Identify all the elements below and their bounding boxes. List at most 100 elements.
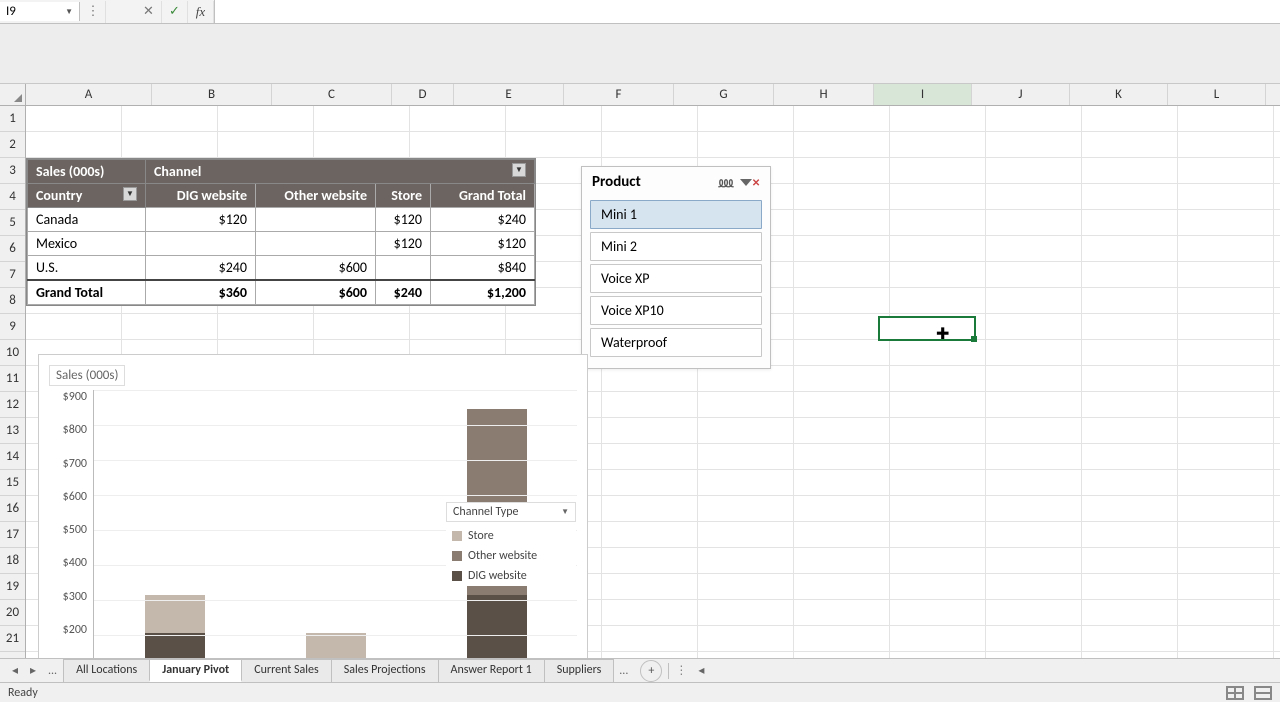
pivot-cell [146,232,256,256]
chevron-down-icon[interactable]: ▼ [512,163,526,177]
y-tick-label: $200 [63,623,87,637]
col-header-C[interactable]: C [272,84,392,105]
add-sheet-button[interactable]: + [640,660,662,682]
slicer-item[interactable]: Voice XP10 [590,296,762,325]
pivot-cell: $240 [431,208,535,232]
sheet-tab[interactable]: Suppliers [544,659,615,682]
col-header-A[interactable]: A [26,84,152,105]
row-header-10[interactable]: 10 [0,340,25,366]
slicer-product[interactable]: Product ⅏ Mini 1 Mini 2 Voice XP Voice XP10… [581,166,771,369]
formula-input[interactable] [214,0,1280,23]
pivot-cell: $120 [431,232,535,256]
tab-overflow[interactable]: ... [613,664,634,678]
view-normal-icon[interactable] [1226,686,1244,700]
col-header-K[interactable]: K [1070,84,1168,105]
row-header-4[interactable]: 4 [0,184,25,210]
row-header-12[interactable]: 12 [0,392,25,418]
row-headers: 123456789101112131415161718192021 [0,106,26,678]
cell-grid[interactable]: Sales (000s) Channel▼ Country▼ DIG websi… [26,106,1280,678]
slicer-item[interactable]: Mini 1 [590,200,762,229]
pivot-col-hdr: Grand Total [431,184,535,208]
row-header-6[interactable]: 6 [0,236,25,262]
sheet-tab[interactable]: Answer Report 1 [438,659,545,682]
pivot-row-label: U.S. [28,256,146,281]
sheet-tab[interactable]: Sales Projections [331,659,439,682]
row-header-5[interactable]: 5 [0,210,25,236]
slicer-title: Product [592,173,641,191]
y-tick-label: $900 [63,390,87,404]
col-header-B[interactable]: B [152,84,272,105]
legend-label: Store [468,529,494,543]
expand-button[interactable]: ⋮ [80,1,106,23]
pivot-cell: $120 [146,208,256,232]
tab-nav-left-icon[interactable]: ◂ [6,663,24,678]
col-header-L[interactable]: L [1168,84,1266,105]
pivot-cell: $600 [256,256,376,281]
col-header-G[interactable]: G [674,84,774,105]
row-header-11[interactable]: 11 [0,366,25,392]
pivot-col-hdr: Store [376,184,431,208]
pivot-col-hdr: DIG website [146,184,256,208]
row-header-2[interactable]: 2 [0,132,25,158]
y-tick-label: $500 [63,523,87,537]
col-header-J[interactable]: J [972,84,1070,105]
pivot-value-label: Sales (000s) [36,163,104,180]
multiselect-icon[interactable]: ⅏ [716,173,736,191]
pivot-row-label: Canada [28,208,146,232]
tab-options-icon[interactable]: ⋮ [675,663,686,678]
row-header-16[interactable]: 16 [0,496,25,522]
active-cell[interactable] [878,316,976,341]
pivot-gt-cell: $360 [146,280,256,305]
select-all-cell[interactable] [0,84,26,105]
row-header-15[interactable]: 15 [0,470,25,496]
col-header-H[interactable]: H [774,84,874,105]
row-header-1[interactable]: 1 [0,106,25,132]
tab-overflow[interactable]: ... [42,664,63,678]
slicer-item[interactable]: Mini 2 [590,232,762,261]
row-header-13[interactable]: 13 [0,418,25,444]
col-header-E[interactable]: E [454,84,564,105]
pivot-gt-cell: $1,200 [431,280,535,305]
sheet-tab[interactable]: All Locations [63,659,150,682]
view-pagelayout-icon[interactable] [1254,686,1272,700]
row-header-3[interactable]: 3 [0,158,25,184]
row-header-19[interactable]: 19 [0,574,25,600]
fx-icon[interactable]: fx [188,1,214,23]
chevron-down-icon[interactable]: ▼ [123,187,137,201]
name-box-dropdown-icon[interactable]: ▼ [65,7,73,17]
row-header-21[interactable]: 21 [0,626,25,652]
row-header-17[interactable]: 17 [0,522,25,548]
enter-icon[interactable]: ✓ [162,1,188,23]
row-header-20[interactable]: 20 [0,600,25,626]
pivot-gt-cell: $240 [376,280,431,305]
clear-filter-icon[interactable] [740,173,760,191]
y-tick-label: $400 [63,556,87,570]
legend-swatch-store [452,531,462,541]
slicer-item[interactable]: Waterproof [590,328,762,357]
chart-legend[interactable]: Channel Type ▼ Store Other website DIG w… [446,502,576,586]
legend-swatch-dig [452,571,462,581]
cancel-icon[interactable]: ✕ [136,1,162,23]
row-header-18[interactable]: 18 [0,548,25,574]
hscroll-left-icon[interactable]: ◂ [694,664,708,678]
row-header-14[interactable]: 14 [0,444,25,470]
column-headers: ABCDEFGHIJKL [0,84,1280,106]
sheet-tab[interactable]: Current Sales [241,659,332,682]
row-header-7[interactable]: 7 [0,262,25,288]
legend-label: DIG website [468,569,527,583]
row-header-8[interactable]: 8 [0,288,25,314]
name-box[interactable]: I9 ▼ [0,2,80,21]
col-header-F[interactable]: F [564,84,674,105]
legend-title-label: Channel Type [453,505,519,519]
col-header-D[interactable]: D [392,84,454,105]
sheet-tab[interactable]: January Pivot [149,659,242,682]
pivot-table[interactable]: Sales (000s) Channel▼ Country▼ DIG websi… [26,158,536,306]
col-header-I[interactable]: I [874,84,972,105]
chart-y-axis: $900$800$700$600$500$400$300$200$100 [49,390,93,670]
chevron-down-icon[interactable]: ▼ [561,507,569,517]
row-header-9[interactable]: 9 [0,314,25,340]
formula-bar: I9 ▼ ⋮ ✕ ✓ fx [0,0,1280,24]
pivot-cell [256,208,376,232]
slicer-item[interactable]: Voice XP [590,264,762,293]
tab-nav-right-icon[interactable]: ▸ [24,663,42,678]
